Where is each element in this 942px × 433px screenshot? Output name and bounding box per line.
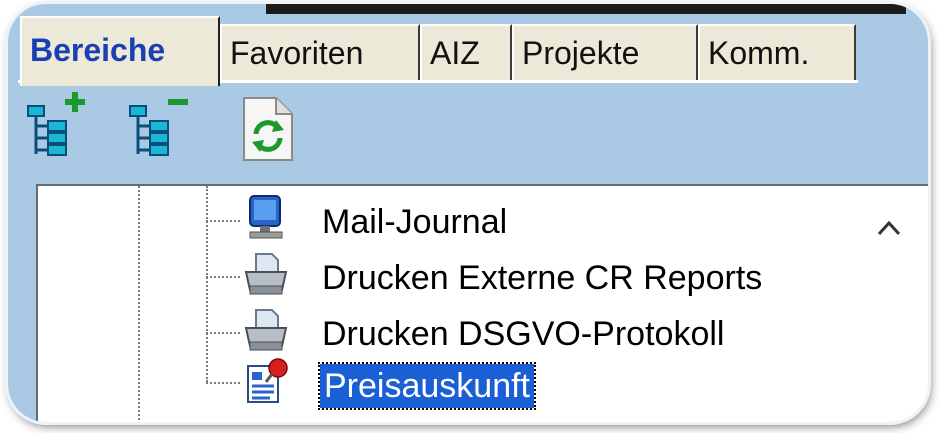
tree-guide-line bbox=[138, 186, 140, 422]
tab-bereiche[interactable]: Bereiche bbox=[20, 16, 220, 86]
tree-expand-icon bbox=[27, 92, 85, 156]
refresh-icon bbox=[243, 97, 293, 161]
tree-item-drucken-externe-cr-reports[interactable]: Drucken Externe CR Reports bbox=[322, 256, 762, 300]
tree-connector bbox=[206, 332, 240, 334]
tree-view[interactable]: Mail-Journal Drucken Externe CR Reports … bbox=[36, 184, 928, 422]
window-frame: Favoriten AIZ Projekte Komm. Bereiche Ma… bbox=[8, 4, 928, 422]
tree-item-drucken-dsgvo-protokoll[interactable]: Drucken DSGVO-Protokoll bbox=[322, 312, 724, 356]
tab-label: Favoriten bbox=[230, 35, 364, 71]
tab-label: AIZ bbox=[430, 35, 480, 71]
tab-favoriten[interactable]: Favoriten bbox=[220, 24, 420, 82]
tab-label: Komm. bbox=[708, 35, 810, 71]
collapse-tree-button[interactable] bbox=[126, 92, 190, 164]
tab-label: Projekte bbox=[522, 35, 640, 71]
printer-icon bbox=[244, 253, 288, 295]
tab-label: Bereiche bbox=[30, 32, 166, 68]
tree-connector bbox=[206, 220, 240, 222]
scroll-up-icon[interactable] bbox=[876, 218, 902, 238]
tree-item-preisauskunft[interactable]: Preisauskunft bbox=[318, 362, 536, 410]
expand-tree-button[interactable] bbox=[24, 92, 88, 164]
monitor-icon bbox=[249, 195, 283, 239]
tree-guide-line bbox=[206, 186, 208, 382]
tab-projekte[interactable]: Projekte bbox=[512, 24, 698, 82]
refresh-button[interactable] bbox=[236, 92, 300, 164]
title-strip bbox=[266, 4, 906, 14]
tab-komm[interactable]: Komm. bbox=[698, 24, 856, 82]
tree-connector bbox=[206, 382, 240, 384]
tree-collapse-icon bbox=[129, 99, 188, 156]
tree-item-mail-journal[interactable]: Mail-Journal bbox=[322, 200, 507, 244]
tab-aiz[interactable]: AIZ bbox=[420, 24, 512, 82]
pinned-document-icon bbox=[247, 358, 288, 403]
tree-connector bbox=[206, 276, 240, 278]
printer-icon bbox=[244, 309, 288, 351]
